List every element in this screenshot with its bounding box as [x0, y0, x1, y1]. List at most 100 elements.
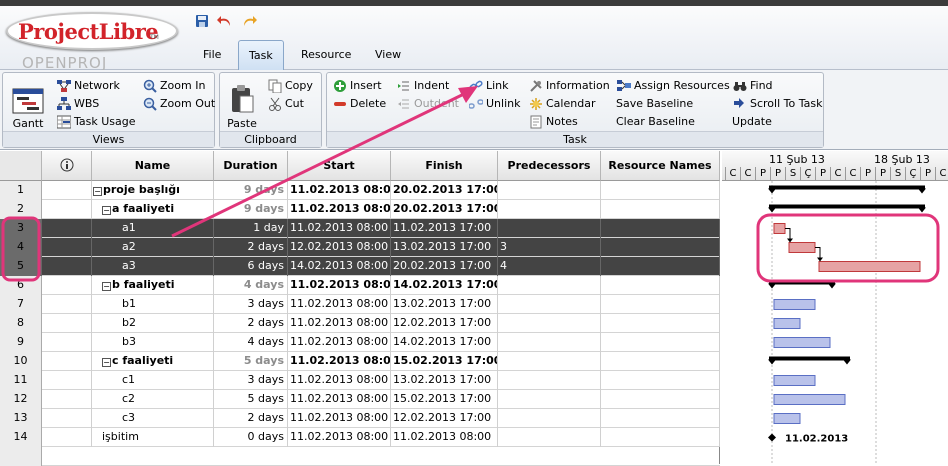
finish-cell[interactable]: 15.02.2013 17:00	[391, 390, 498, 409]
summary-bar[interactable]	[769, 204, 925, 209]
table-row[interactable]: 7 b1 3 days 11.02.2013 08:00 13.02.2013 17:0…	[0, 295, 720, 314]
dependency-arrow[interactable]	[817, 257, 823, 262]
start-cell[interactable]: 11.02.2013 08:00	[288, 428, 391, 447]
table-row[interactable]: 4 a2 2 days 12.02.2013 08:00 13.02.2013 17:0…	[0, 238, 720, 257]
task-bar[interactable]	[773, 394, 846, 405]
duration-cell[interactable]: 4 days	[214, 333, 288, 352]
predecessors-cell[interactable]: 4	[498, 257, 601, 276]
row-number[interactable]: 14	[0, 428, 42, 447]
resource-names-cell[interactable]	[601, 314, 720, 333]
start-cell[interactable]: 11.02.2013 08:00	[288, 295, 391, 314]
start-cell[interactable]: 11.02.2013 08:00	[288, 409, 391, 428]
start-cell[interactable]: 11.02.2013 08:00	[288, 314, 391, 333]
tab-resource[interactable]: Resource	[291, 40, 361, 70]
indicators-cell[interactable]	[42, 390, 92, 409]
task-bar[interactable]	[818, 261, 921, 272]
start-cell[interactable]: 11.02.2013 08:00	[288, 352, 391, 371]
finish-cell[interactable]: 20.02.2013 17:00	[391, 257, 498, 276]
resource-names-cell[interactable]	[601, 257, 720, 276]
scroll-to-task-button[interactable]: Scroll To Task	[733, 95, 822, 112]
name-header[interactable]: Name	[92, 151, 214, 181]
resource-names-cell[interactable]	[601, 333, 720, 352]
resource-names-cell[interactable]	[601, 295, 720, 314]
calendar-button[interactable]: Calendar	[529, 95, 595, 112]
start-cell[interactable]: 11.02.2013 08:00	[288, 390, 391, 409]
task-bar[interactable]	[773, 318, 801, 329]
empty-row[interactable]	[0, 447, 720, 466]
table-row[interactable]: 5 a3 6 days 14.02.2013 08:00 20.02.2013 17:0…	[0, 257, 720, 276]
duration-cell[interactable]: 6 days	[214, 257, 288, 276]
row-number[interactable]	[0, 447, 42, 466]
finish-cell[interactable]: 13.02.2013 17:00	[391, 371, 498, 390]
table-row[interactable]: 12 c2 5 days 11.02.2013 08:00 15.02.2013 17:…	[0, 390, 720, 409]
delete-button[interactable]: Delete	[333, 95, 386, 112]
duration-cell[interactable]: 1 day	[214, 219, 288, 238]
predecessors-header[interactable]: Predecessors	[498, 151, 601, 181]
task-usage-button[interactable]: Task Usage	[57, 113, 136, 130]
copy-button[interactable]: Copy	[268, 77, 313, 94]
task-name-cell[interactable]: − b faaliyeti	[92, 276, 214, 295]
row-number[interactable]: 12	[0, 390, 42, 409]
summary-bar-end[interactable]	[843, 359, 851, 365]
insert-button[interactable]: Insert	[333, 77, 382, 94]
row-number[interactable]: 3	[0, 219, 42, 238]
resource-names-cell[interactable]	[601, 276, 720, 295]
predecessors-cell[interactable]: 3	[498, 238, 601, 257]
task-name-cell[interactable]: c1	[92, 371, 214, 390]
indicators-cell[interactable]	[42, 238, 92, 257]
task-bar[interactable]	[773, 413, 801, 424]
task-name-cell[interactable]: a2	[92, 238, 214, 257]
indicators-cell[interactable]	[42, 295, 92, 314]
row-number[interactable]: 4	[0, 238, 42, 257]
task-name-cell[interactable]: a3	[92, 257, 214, 276]
indent-button[interactable]: Indent	[397, 77, 449, 94]
summary-bar-end[interactable]	[828, 283, 836, 289]
predecessors-cell[interactable]	[498, 314, 601, 333]
duration-cell[interactable]: 0 days	[214, 428, 288, 447]
resource-names-cell[interactable]	[601, 428, 720, 447]
task-bar[interactable]	[773, 223, 786, 234]
task-name-cell[interactable]: b3	[92, 333, 214, 352]
start-header[interactable]: Start	[288, 151, 391, 181]
finish-cell[interactable]: 12.02.2013 17:00	[391, 314, 498, 333]
task-bar[interactable]	[773, 375, 816, 386]
start-cell[interactable]: 14.02.2013 08:00	[288, 257, 391, 276]
tab-task[interactable]: Task	[238, 40, 284, 70]
resource-names-cell[interactable]	[601, 238, 720, 257]
finish-cell[interactable]: 13.02.2013 17:00	[391, 238, 498, 257]
duration-cell[interactable]: 9 days	[214, 181, 288, 200]
task-bar[interactable]	[773, 337, 831, 348]
task-name-cell[interactable]: − proje başlığı	[92, 181, 214, 200]
table-row[interactable]: 1− proje başlığı 9 days 11.02.2013 08:00 20.…	[0, 181, 720, 200]
duration-cell[interactable]: 9 days	[214, 200, 288, 219]
save-baseline-button[interactable]: Save Baseline	[616, 95, 693, 112]
indicators-cell[interactable]	[42, 371, 92, 390]
update-button[interactable]: Update	[732, 113, 772, 130]
dependency-arrow[interactable]	[787, 238, 793, 243]
summary-bar[interactable]	[769, 185, 925, 190]
indicators-header[interactable]	[42, 151, 92, 181]
duration-cell[interactable]: 2 days	[214, 314, 288, 333]
indicators-cell[interactable]	[42, 428, 92, 447]
task-name-cell[interactable]: − a faaliyeti	[92, 200, 214, 219]
duration-cell[interactable]: 5 days	[214, 352, 288, 371]
indicators-cell[interactable]	[42, 333, 92, 352]
indicators-cell[interactable]	[42, 276, 92, 295]
network-button[interactable]: Network	[57, 77, 120, 94]
table-row[interactable]: 13 c3 2 days 11.02.2013 08:00 12.02.2013 17:…	[0, 409, 720, 428]
resource-names-cell[interactable]	[601, 181, 720, 200]
indicators-cell[interactable]	[42, 257, 92, 276]
task-name-cell[interactable]: c2	[92, 390, 214, 409]
row-number[interactable]: 6	[0, 276, 42, 295]
duration-cell[interactable]: 3 days	[214, 295, 288, 314]
predecessors-cell[interactable]	[498, 276, 601, 295]
start-cell[interactable]: 11.02.2013 08:00	[288, 200, 391, 219]
finish-cell[interactable]: 20.02.2013 17:00	[391, 200, 498, 219]
table-row[interactable]: 6− b faaliyeti 4 days 11.02.2013 08:00 14.02…	[0, 276, 720, 295]
zoom-in-button[interactable]: Zoom In	[143, 77, 205, 94]
duration-header[interactable]: Duration	[214, 151, 288, 181]
duration-cell[interactable]: 3 days	[214, 371, 288, 390]
resource-names-cell[interactable]	[601, 409, 720, 428]
row-number[interactable]: 5	[0, 257, 42, 276]
predecessors-cell[interactable]	[498, 371, 601, 390]
